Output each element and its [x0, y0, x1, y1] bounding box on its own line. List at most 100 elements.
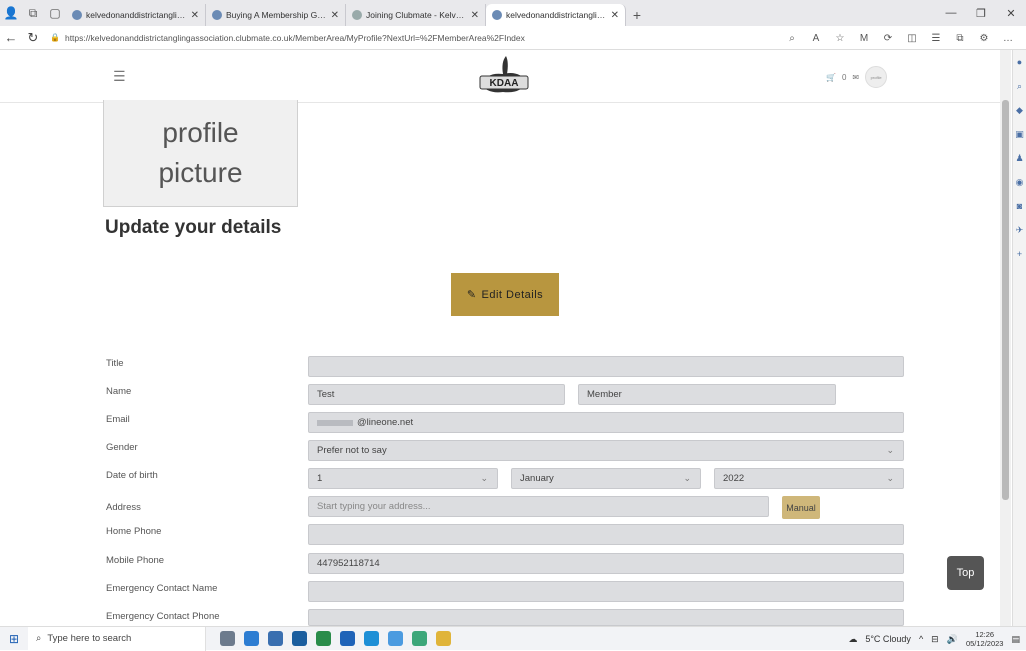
- app-icon[interactable]: [316, 631, 331, 646]
- todo-app-icon[interactable]: [244, 631, 259, 646]
- chevron-down-icon: ⌄: [886, 445, 894, 455]
- emergency-phone-field[interactable]: [308, 609, 904, 626]
- tab-title: kelvedonanddistrictanglingassoc: [506, 10, 607, 20]
- taskbar-apps: [220, 631, 451, 646]
- browser-tab[interactable]: kelvedonanddistrictanglingassoc ✕: [66, 4, 206, 26]
- more-menu-icon[interactable]: …: [996, 33, 1020, 44]
- page-title: Update your details: [105, 217, 282, 238]
- favorite-star-icon[interactable]: ☆: [828, 33, 852, 44]
- word-app-icon[interactable]: [340, 631, 355, 646]
- mail-icon[interactable]: ✉: [852, 73, 859, 82]
- address-label: Address: [106, 502, 141, 513]
- favorites-icon[interactable]: ☰: [924, 33, 948, 44]
- close-tab-icon[interactable]: ✕: [471, 10, 479, 21]
- kdaa-logo[interactable]: KDAA: [473, 54, 535, 98]
- gender-label: Gender: [106, 442, 138, 453]
- search-icon[interactable]: ⌕: [780, 33, 804, 44]
- first-name-field[interactable]: Test: [308, 384, 565, 405]
- profile-picture[interactable]: profile picture: [103, 100, 298, 207]
- back-to-top-button[interactable]: Top: [947, 556, 984, 590]
- gender-value: Prefer not to say: [317, 445, 387, 456]
- close-tab-icon[interactable]: ✕: [331, 10, 339, 21]
- minimize-icon[interactable]: —: [936, 0, 966, 26]
- taskbar-search-placeholder: Type here to search: [47, 633, 132, 644]
- sidebar-tag-icon[interactable]: ◆: [1013, 98, 1026, 122]
- site-favicon-icon: [492, 10, 502, 20]
- read-aloud-icon[interactable]: A: [804, 33, 828, 44]
- close-window-icon[interactable]: ✕: [996, 0, 1026, 26]
- network-icon[interactable]: ⊟: [931, 634, 939, 645]
- browser-tab-active[interactable]: kelvedonanddistrictanglingassoc ✕: [486, 4, 626, 26]
- edge-app-icon[interactable]: [364, 631, 379, 646]
- file-explorer-icon[interactable]: [436, 631, 451, 646]
- workspaces-icon[interactable]: ⧉: [22, 0, 44, 26]
- email-field[interactable]: @lineone.net: [308, 412, 904, 433]
- title-field[interactable]: [308, 356, 904, 377]
- restore-icon[interactable]: ❐: [966, 0, 996, 26]
- address-search-input[interactable]: Start typing your address...: [308, 496, 769, 517]
- browser-tab[interactable]: Buying A Membership Guide | Cl ✕: [206, 4, 346, 26]
- avatar[interactable]: profile: [865, 66, 888, 88]
- close-tab-icon[interactable]: ✕: [191, 10, 199, 21]
- volume-icon[interactable]: 🔊: [947, 634, 958, 645]
- mobile-phone-field[interactable]: 447952118714: [308, 553, 904, 574]
- home-phone-label: Home Phone: [106, 526, 162, 537]
- close-tab-icon[interactable]: ✕: [611, 10, 619, 21]
- sidebar-office-icon[interactable]: ◉: [1013, 170, 1026, 194]
- tab-actions-icon[interactable]: ▢: [44, 0, 66, 26]
- taskbar-search[interactable]: ⌕ Type here to search: [28, 626, 206, 651]
- gender-select[interactable]: Prefer not to say ⌄: [308, 440, 904, 461]
- windows-start-icon[interactable]: ⊞: [0, 632, 28, 646]
- notifications-icon[interactable]: ▤: [1011, 634, 1020, 645]
- site-favicon-icon: [352, 10, 362, 20]
- sidebar-people-icon[interactable]: ♟: [1013, 146, 1026, 170]
- app-icon[interactable]: [292, 631, 307, 646]
- dob-day-select[interactable]: 1 ⌄: [308, 468, 498, 489]
- sidebar-discover-icon[interactable]: ●: [1013, 50, 1026, 74]
- task-view-icon[interactable]: [220, 631, 235, 646]
- taskbar: ⊞ ⌕ Type here to search ☁ 5°C Cloudy ^ ⊟…: [0, 626, 1026, 651]
- tray-chevron-icon[interactable]: ^: [919, 634, 923, 644]
- site-header: ☰ KDAA 🛒 0 ✉ profile: [0, 50, 1000, 103]
- emergency-name-field[interactable]: [308, 581, 904, 602]
- extension-m-icon[interactable]: M: [852, 33, 876, 44]
- refresh-icon[interactable]: ↻: [22, 30, 44, 46]
- edit-details-button[interactable]: ✎ Edit Details: [451, 273, 559, 316]
- basket-count: 0: [841, 72, 847, 82]
- dob-label: Date of birth: [106, 470, 158, 481]
- clock[interactable]: 12:26 05/12/2023: [966, 630, 1004, 648]
- back-icon[interactable]: ←: [0, 30, 22, 45]
- split-screen-icon[interactable]: ◫: [900, 33, 924, 44]
- sidebar-tools-icon[interactable]: ✈: [1013, 218, 1026, 242]
- browser-tab[interactable]: Joining Clubmate - Kelvedon Dis ✕: [346, 4, 486, 26]
- new-tab-button[interactable]: +: [626, 4, 648, 26]
- mail-app-icon[interactable]: [268, 631, 283, 646]
- profile-picture-line1: profile: [162, 117, 239, 148]
- extensions-icon[interactable]: ⚙: [972, 33, 996, 44]
- app-icon[interactable]: [388, 631, 403, 646]
- collections-icon[interactable]: ⧉: [948, 33, 972, 44]
- edge-sidebar: ● ⌕ ◆ ▣ ♟ ◉ ◙ ✈ +: [1012, 50, 1026, 626]
- last-name-value: Member: [587, 389, 622, 400]
- manual-address-button[interactable]: Manual: [782, 496, 820, 519]
- dob-year-select[interactable]: 2022 ⌄: [714, 468, 904, 489]
- profile-icon[interactable]: 👤: [0, 0, 22, 26]
- menu-icon[interactable]: ☰: [113, 68, 126, 85]
- url-text: https://kelvedonanddistrictanglingassoci…: [64, 32, 525, 43]
- lock-icon: 🔒: [50, 33, 60, 42]
- dob-month-select[interactable]: January ⌄: [511, 468, 701, 489]
- home-phone-field[interactable]: [308, 524, 904, 545]
- page-scrollbar[interactable]: [1000, 50, 1011, 626]
- sidebar-outlook-icon[interactable]: ◙: [1013, 194, 1026, 218]
- address-bar-row: ← ↻ 🔒 https://kelvedonanddistrictangling…: [0, 26, 1026, 50]
- scrollbar-thumb[interactable]: [1002, 100, 1009, 500]
- basket-icon[interactable]: 🛒: [826, 73, 836, 82]
- last-name-field[interactable]: Member: [578, 384, 836, 405]
- sidebar-shopping-icon[interactable]: ▣: [1013, 122, 1026, 146]
- url-field[interactable]: 🔒 https://kelvedonanddistrictanglingasso…: [50, 29, 750, 47]
- app-icon[interactable]: [412, 631, 427, 646]
- weather-text[interactable]: 5°C Cloudy: [865, 634, 911, 644]
- extension-icon[interactable]: ⟳: [876, 33, 900, 44]
- sidebar-search-icon[interactable]: ⌕: [1013, 74, 1026, 98]
- sidebar-add-icon[interactable]: +: [1013, 242, 1026, 266]
